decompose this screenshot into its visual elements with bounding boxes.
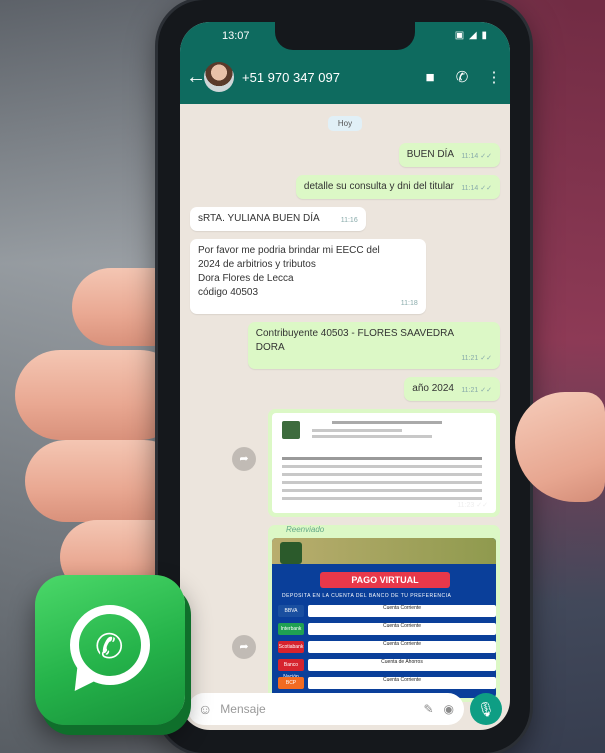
payment-subtitle: DEPOSITA EN LA CUENTA DEL BANCO DE TU PR… [282, 593, 452, 599]
message-outgoing[interactable]: Contribuyente 40503 - FLORES SAAVEDRA DO… [247, 322, 500, 369]
bank-row: Scotiabank Cuenta Corriente [278, 640, 496, 654]
bank-logo: Interbank [278, 623, 304, 635]
forward-icon[interactable]: ➦ [232, 635, 256, 659]
bank-account: Cuenta de Ahorros [308, 659, 496, 671]
video-call-icon[interactable]: ■ [414, 69, 446, 86]
message-time: 11:16 [340, 217, 358, 224]
forward-icon[interactable]: ➦ [232, 447, 256, 471]
message-line: código 40503 [198, 287, 259, 298]
message-time: 11:18 [400, 300, 418, 307]
emoji-icon[interactable]: ☺ [198, 701, 212, 717]
receipt-line [282, 489, 482, 492]
message-composer: ☺ Mensaje ✎ ◉ 🎙 [180, 688, 510, 730]
receipt-image[interactable]: 11:23 ✓✓ [272, 413, 496, 513]
camera-icon[interactable]: ◉ [444, 702, 454, 716]
receipt-line [282, 481, 482, 484]
message-input[interactable]: ☺ Mensaje ✎ ◉ [188, 693, 464, 725]
bank-row: BBVA Cuenta Corriente [278, 604, 496, 618]
message-incoming[interactable]: Por favor me podria brindar mi EECC del … [190, 239, 426, 314]
date-divider: Hoy [328, 116, 362, 131]
chat-header: ← +51 970 347 097 ■ ✆ ⋮ [180, 50, 510, 104]
receipt-line [282, 473, 482, 476]
chat-body: Hoy BUEN DÍA 11:14 ✓✓ detalle su consult… [180, 104, 510, 702]
bank-logo: BBVA [278, 605, 304, 617]
message-incoming[interactable]: sRTA. YULIANA BUEN DÍA 11:16 [190, 207, 366, 231]
bank-logo: Scotiabank [278, 641, 304, 653]
payment-header-band [272, 538, 496, 564]
image-message-payment[interactable]: ➦ Reenviado PAGO VIRTUAL DEPOSITA EN LA … [232, 525, 500, 702]
whatsapp-logo-icon: ✆ [35, 575, 185, 725]
payment-image[interactable]: PAGO VIRTUAL DEPOSITA EN LA CUENTA DEL B… [272, 538, 496, 698]
receipt-line [332, 421, 442, 424]
message-text: BUEN DÍA [406, 149, 454, 160]
bank-row: Interbank Cuenta Corriente [278, 622, 496, 636]
receipt-line [312, 429, 402, 432]
mic-button[interactable]: 🎙 [470, 693, 502, 725]
receipt-line [312, 435, 432, 438]
message-time: 11:21 ✓✓ [461, 355, 492, 362]
menu-icon[interactable]: ⋮ [478, 68, 510, 86]
image-message-receipt[interactable]: ➦ 11:23 ✓✓ [232, 409, 500, 517]
message-time: 11:21 ✓✓ [461, 387, 492, 394]
message-text: detalle su consulta y dni del titular [303, 181, 454, 192]
message-line: Por favor me podria brindar mi EECC del [198, 245, 380, 256]
message-line: 2024 de arbitrios y tributos [198, 259, 316, 270]
attach-icon[interactable]: ✎ [423, 702, 433, 716]
message-outgoing[interactable]: BUEN DÍA 11:14 ✓✓ [398, 143, 500, 167]
phone-notch [275, 22, 415, 50]
receipt-line [282, 497, 482, 500]
phone-handset-icon: ✆ [95, 628, 124, 666]
bank-account: Cuenta Corriente [308, 605, 496, 617]
message-outgoing[interactable]: año 2024 11:21 ✓✓ [404, 377, 500, 401]
message-time: 11:14 ✓✓ [461, 153, 492, 160]
sat-logo [280, 542, 302, 564]
bank-account: Cuenta Corriente [308, 623, 496, 635]
status-icons: ▣ ◢ ▮ [454, 30, 488, 41]
bank-logo: Banco Nación [278, 659, 304, 680]
message-time: 11:23 ✓✓ [457, 502, 488, 509]
message-line: Dora Flores de Lecca [198, 273, 294, 284]
bank-account: Cuenta Corriente [308, 641, 496, 653]
receipt-line [282, 465, 482, 468]
forwarded-label: Reenviado [286, 525, 325, 534]
receipt-line [282, 457, 482, 460]
avatar[interactable] [204, 62, 234, 92]
message-outgoing[interactable]: detalle su consulta y dni del titular 11… [295, 175, 500, 199]
receipt-logo [282, 421, 300, 439]
message-text: sRTA. YULIANA BUEN DÍA [198, 213, 320, 224]
bank-row: Banco Nación Cuenta de Ahorros [278, 658, 496, 680]
status-time: 13:07 [222, 30, 250, 42]
contact-name[interactable]: +51 970 347 097 [242, 70, 414, 85]
message-line: Contribuyente 40503 - FLORES SAAVEDRA [255, 328, 454, 339]
back-arrow-icon[interactable]: ← [186, 66, 206, 89]
phone-call-icon[interactable]: ✆ [446, 68, 478, 86]
message-line: DORA [255, 342, 285, 353]
payment-title: PAGO VIRTUAL [320, 572, 450, 588]
message-text: año 2024 [412, 383, 454, 394]
whatsapp-screen: 13:07 ▣ ◢ ▮ ← +51 970 347 097 ■ ✆ ⋮ Hoy … [180, 22, 510, 730]
message-placeholder[interactable]: Mensaje [220, 702, 413, 716]
message-time: 11:14 ✓✓ [461, 185, 492, 192]
